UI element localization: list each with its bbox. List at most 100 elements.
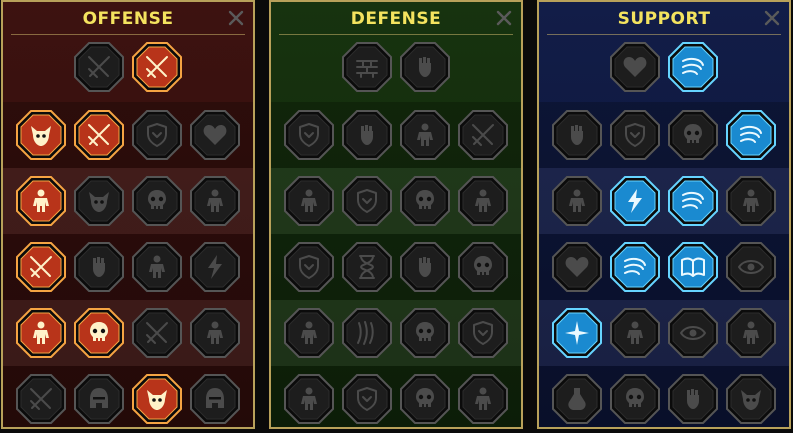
skill-slot[interactable]: [726, 242, 776, 292]
skill-slot[interactable]: [16, 176, 66, 226]
skill-slot[interactable]: [726, 176, 776, 226]
skill-slot[interactable]: [342, 308, 392, 358]
skill-slot[interactable]: [132, 374, 182, 424]
skill-slot[interactable]: [190, 308, 240, 358]
skill-slot[interactable]: [458, 110, 508, 160]
skill-slot[interactable]: [552, 374, 602, 424]
skill-slot[interactable]: [610, 242, 660, 292]
deflect-icon: [473, 321, 493, 345]
skill-slot[interactable]: [400, 374, 450, 424]
skill-slot[interactable]: [610, 42, 660, 92]
skill-slot[interactable]: [668, 242, 718, 292]
skill-slot[interactable]: [552, 242, 602, 292]
skill-row: [3, 110, 253, 160]
skill-slot[interactable]: [400, 242, 450, 292]
skill-slot[interactable]: [342, 374, 392, 424]
skill-slot[interactable]: [284, 176, 334, 226]
close-icon[interactable]: [225, 7, 247, 29]
panel-title: OFFENSE: [82, 9, 174, 29]
skill-slot[interactable]: [190, 374, 240, 424]
skill-row: [271, 374, 521, 424]
skill-slot[interactable]: [132, 176, 182, 226]
skill-slot[interactable]: [74, 176, 124, 226]
sword-strike-icon: [146, 56, 168, 78]
swift-arrow-icon: [740, 125, 762, 143]
skill-row: [3, 176, 253, 226]
comet-icon: [624, 257, 646, 275]
skill-slot[interactable]: [400, 308, 450, 358]
skill-slot[interactable]: [610, 308, 660, 358]
skill-slot[interactable]: [342, 242, 392, 292]
skill-slot[interactable]: [668, 176, 718, 226]
skill-slot[interactable]: [610, 110, 660, 160]
skill-slot[interactable]: [342, 176, 392, 226]
skill-slot[interactable]: [16, 110, 66, 160]
skill-slot[interactable]: [74, 374, 124, 424]
skill-slot[interactable]: [284, 242, 334, 292]
skill-slot[interactable]: [74, 308, 124, 358]
lightning-bolt-icon: [628, 189, 642, 213]
skill-row: [271, 176, 521, 226]
skill-slot[interactable]: [458, 242, 508, 292]
skill-slot[interactable]: [74, 242, 124, 292]
skill-slot[interactable]: [552, 110, 602, 160]
skill-slot[interactable]: [284, 374, 334, 424]
crossed-swords-icon: [88, 56, 110, 78]
bleeding-heart-icon: [203, 125, 227, 145]
close-icon[interactable]: [493, 7, 515, 29]
armored-hand-icon: [361, 125, 373, 145]
skill-slot[interactable]: [458, 176, 508, 226]
skill-slot[interactable]: [726, 308, 776, 358]
skill-slot[interactable]: [668, 110, 718, 160]
skill-slot[interactable]: [16, 374, 66, 424]
dashing-warrior-icon: [301, 321, 317, 344]
skill-slot[interactable]: [342, 42, 392, 92]
skill-slot[interactable]: [552, 176, 602, 226]
knight-shield-icon: [357, 189, 377, 213]
skill-slot[interactable]: [16, 308, 66, 358]
skill-slot[interactable]: [458, 308, 508, 358]
title-divider: [547, 34, 781, 35]
skull-heart-icon: [416, 190, 434, 209]
golem-icon: [301, 387, 317, 410]
skill-slot[interactable]: [132, 110, 182, 160]
running-figure-icon: [743, 321, 759, 344]
skill-slot[interactable]: [400, 176, 450, 226]
skill-slot[interactable]: [284, 110, 334, 160]
skill-slot[interactable]: [458, 374, 508, 424]
potion-icon: [568, 388, 586, 410]
death-skull-icon: [626, 388, 644, 407]
skill-slot[interactable]: [74, 110, 124, 160]
skill-row: [271, 110, 521, 160]
skill-slot[interactable]: [726, 110, 776, 160]
skill-slot[interactable]: [552, 308, 602, 358]
skill-slot[interactable]: [132, 308, 182, 358]
open-book-icon: [681, 257, 705, 277]
bull-skull-icon: [474, 256, 492, 275]
skill-slot[interactable]: [400, 110, 450, 160]
skill-slot[interactable]: [190, 176, 240, 226]
eagle-head-icon: [741, 390, 761, 410]
skill-slot[interactable]: [190, 110, 240, 160]
skill-slot[interactable]: [610, 374, 660, 424]
skill-slot[interactable]: [668, 42, 718, 92]
skill-slot[interactable]: [610, 176, 660, 226]
skill-slot[interactable]: [342, 110, 392, 160]
skill-slot[interactable]: [16, 242, 66, 292]
skill-slot[interactable]: [132, 42, 182, 92]
skill-slot[interactable]: [726, 374, 776, 424]
skill-slot[interactable]: [668, 374, 718, 424]
skill-slot[interactable]: [284, 308, 334, 358]
skill-slot[interactable]: [668, 308, 718, 358]
panel-title: DEFENSE: [350, 9, 442, 29]
skill-slot[interactable]: [132, 242, 182, 292]
close-icon[interactable]: [761, 7, 783, 29]
defense-panel: DEFENSE: [269, 0, 523, 429]
skill-row: [539, 242, 789, 292]
skill-slot[interactable]: [400, 42, 450, 92]
skill-slot[interactable]: [190, 242, 240, 292]
shield-wall-icon: [299, 255, 319, 279]
swift-boot-icon: [627, 321, 643, 344]
twin-shadows-icon: [743, 189, 759, 212]
skill-slot[interactable]: [74, 42, 124, 92]
